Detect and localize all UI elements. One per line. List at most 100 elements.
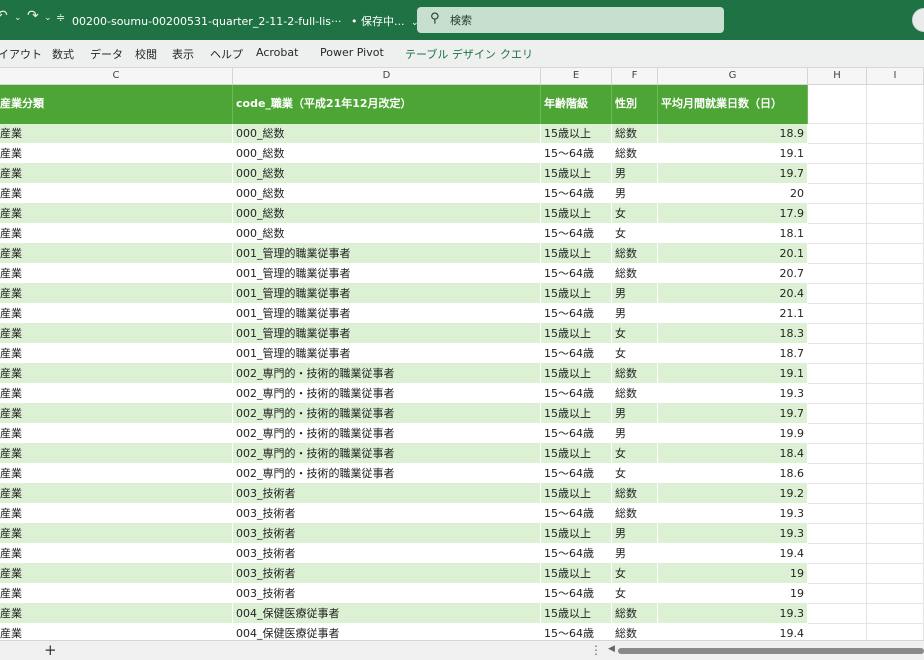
cell-industry[interactable]: 産業	[0, 464, 233, 484]
cell-industry[interactable]: 産業	[0, 284, 233, 304]
cell-occupation-code[interactable]: 003_技術者	[233, 544, 541, 564]
empty-cell[interactable]	[808, 224, 867, 244]
header-occupation-code[interactable]: code_職業（平成21年12月改定）	[233, 85, 541, 124]
cell-occupation-code[interactable]: 002_専門的・技術的職業従事者	[233, 404, 541, 424]
cell-age-group[interactable]: 15～64歳	[541, 584, 612, 604]
cell-sex[interactable]: 総数	[612, 384, 658, 404]
cell-age-group[interactable]: 15歳以上	[541, 284, 612, 304]
empty-cell[interactable]	[808, 384, 867, 404]
empty-cell[interactable]	[867, 144, 924, 164]
header-avg-work-days[interactable]: 平均月間就業日数（日）	[658, 85, 808, 124]
cell-age-group[interactable]: 15～64歳	[541, 504, 612, 524]
redo-icon[interactable]: ↷	[27, 8, 39, 24]
tab-power-pivot[interactable]: Power Pivot	[320, 46, 384, 59]
search-box[interactable]: ⚲ 検索	[417, 7, 724, 33]
tab-help[interactable]: ヘルプ	[210, 46, 243, 62]
cell-occupation-code[interactable]: 001_管理的職業従事者	[233, 264, 541, 284]
cell-occupation-code[interactable]: 001_管理的職業従事者	[233, 344, 541, 364]
cell-age-group[interactable]: 15歳以上	[541, 324, 612, 344]
empty-cell[interactable]	[808, 85, 867, 124]
cell-occupation-code[interactable]: 004_保健医療従事者	[233, 604, 541, 624]
cell-avg-work-days[interactable]: 19.3	[658, 524, 808, 544]
cell-industry[interactable]: 産業	[0, 364, 233, 384]
cell-occupation-code[interactable]: 002_専門的・技術的職業従事者	[233, 444, 541, 464]
cell-occupation-code[interactable]: 003_技術者	[233, 584, 541, 604]
cell-avg-work-days[interactable]: 19.4	[658, 544, 808, 564]
cell-avg-work-days[interactable]: 19.2	[658, 484, 808, 504]
column-header-f[interactable]: F	[612, 68, 658, 85]
cell-occupation-code[interactable]: 000_総数	[233, 144, 541, 164]
column-header-i[interactable]: I	[867, 68, 924, 85]
empty-cell[interactable]	[808, 244, 867, 264]
empty-cell[interactable]	[808, 604, 867, 624]
chevron-down-icon[interactable]: ⌄	[14, 13, 22, 23]
empty-cell[interactable]	[808, 164, 867, 184]
empty-cell[interactable]	[808, 404, 867, 424]
empty-cell[interactable]	[808, 264, 867, 284]
empty-cell[interactable]	[808, 464, 867, 484]
cell-industry[interactable]: 産業	[0, 224, 233, 244]
cell-sex[interactable]: 総数	[612, 124, 658, 144]
cell-occupation-code[interactable]: 002_専門的・技術的職業従事者	[233, 384, 541, 404]
cell-age-group[interactable]: 15～64歳	[541, 304, 612, 324]
cell-industry[interactable]: 産業	[0, 344, 233, 364]
empty-cell[interactable]	[867, 264, 924, 284]
cell-sex[interactable]: 女	[612, 444, 658, 464]
empty-cell[interactable]	[808, 204, 867, 224]
empty-cell[interactable]	[808, 124, 867, 144]
empty-cell[interactable]	[867, 124, 924, 144]
cell-age-group[interactable]: 15歳以上	[541, 564, 612, 584]
cell-industry[interactable]: 産業	[0, 424, 233, 444]
header-sex[interactable]: 性別	[612, 85, 658, 124]
cell-sex[interactable]: 女	[612, 204, 658, 224]
cell-age-group[interactable]: 15～64歳	[541, 424, 612, 444]
cell-age-group[interactable]: 15歳以上	[541, 484, 612, 504]
cell-sex[interactable]: 総数	[612, 144, 658, 164]
cell-sex[interactable]: 男	[612, 544, 658, 564]
cell-age-group[interactable]: 15歳以上	[541, 244, 612, 264]
tab-view[interactable]: 表示	[172, 46, 194, 62]
undo-icon[interactable]: ↶	[0, 8, 8, 24]
empty-cell[interactable]	[867, 564, 924, 584]
cell-occupation-code[interactable]: 002_専門的・技術的職業従事者	[233, 424, 541, 444]
empty-cell[interactable]	[867, 344, 924, 364]
cell-age-group[interactable]: 15歳以上	[541, 124, 612, 144]
tab-query[interactable]: クエリ	[500, 46, 533, 62]
cell-avg-work-days[interactable]: 19.1	[658, 364, 808, 384]
column-header-h[interactable]: H	[808, 68, 867, 85]
cell-age-group[interactable]: 15歳以上	[541, 204, 612, 224]
cell-sex[interactable]: 女	[612, 564, 658, 584]
cell-sex[interactable]: 女	[612, 464, 658, 484]
cell-avg-work-days[interactable]: 19.3	[658, 504, 808, 524]
cell-industry[interactable]: 産業	[0, 164, 233, 184]
empty-cell[interactable]	[808, 544, 867, 564]
empty-cell[interactable]	[867, 184, 924, 204]
cell-industry[interactable]: 産業	[0, 244, 233, 264]
cell-sex[interactable]: 女	[612, 584, 658, 604]
column-header-e[interactable]: E	[541, 68, 612, 85]
cell-occupation-code[interactable]: 003_技術者	[233, 484, 541, 504]
cell-age-group[interactable]: 15～64歳	[541, 184, 612, 204]
cell-occupation-code[interactable]: 000_総数	[233, 164, 541, 184]
empty-cell[interactable]	[867, 284, 924, 304]
empty-cell[interactable]	[808, 304, 867, 324]
cell-avg-work-days[interactable]: 18.6	[658, 464, 808, 484]
empty-cell[interactable]	[867, 324, 924, 344]
cell-industry[interactable]: 産業	[0, 204, 233, 224]
column-header-d[interactable]: D	[233, 68, 541, 85]
cell-age-group[interactable]: 15歳以上	[541, 524, 612, 544]
cell-sex[interactable]: 男	[612, 424, 658, 444]
cell-age-group[interactable]: 15歳以上	[541, 604, 612, 624]
empty-cell[interactable]	[808, 564, 867, 584]
cell-industry[interactable]: 産業	[0, 384, 233, 404]
scroll-left-icon[interactable]: ◀	[608, 644, 615, 654]
cell-occupation-code[interactable]: 000_総数	[233, 124, 541, 144]
tab-data[interactable]: データ	[90, 46, 123, 62]
cell-avg-work-days[interactable]: 19	[658, 564, 808, 584]
chevron-down-icon[interactable]: ⌄	[44, 13, 52, 23]
cell-industry[interactable]: 産業	[0, 184, 233, 204]
cell-avg-work-days[interactable]: 18.4	[658, 444, 808, 464]
empty-cell[interactable]	[867, 424, 924, 444]
empty-cell[interactable]	[867, 244, 924, 264]
header-age-group[interactable]: 年齢階級	[541, 85, 612, 124]
